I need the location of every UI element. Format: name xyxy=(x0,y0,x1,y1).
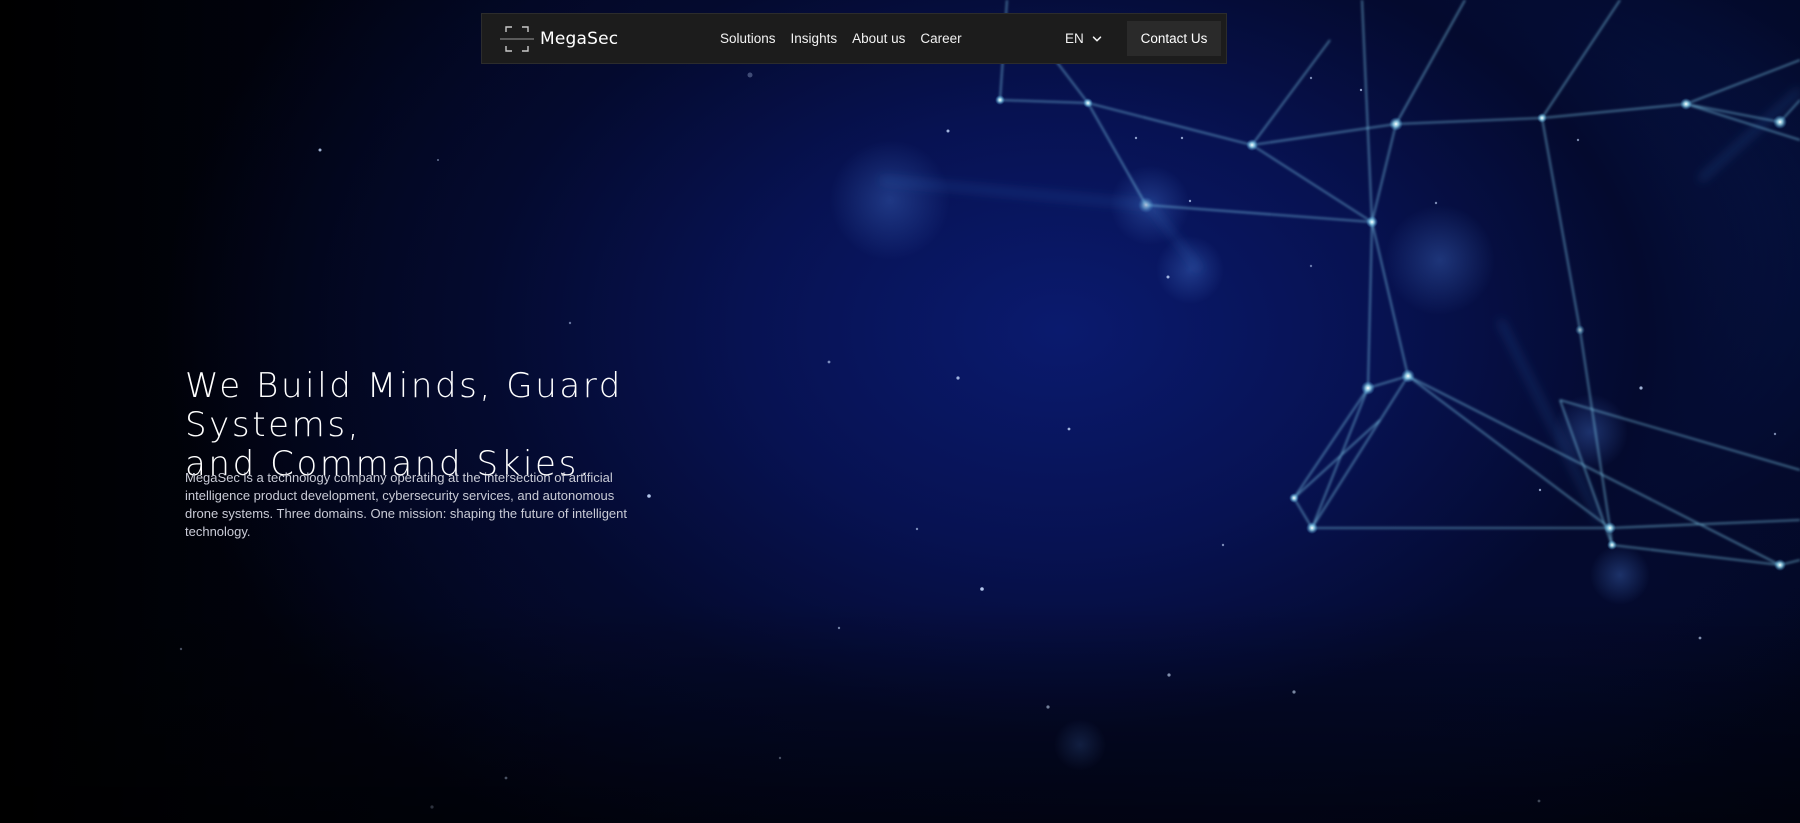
network-nodes xyxy=(995,95,1787,571)
contact-us-button[interactable]: Contact Us xyxy=(1127,21,1221,56)
hero-section: MegaSec Solutions Insights About us Care… xyxy=(0,0,1800,823)
hero-headline-line-1: We Build Minds, Guard Systems, xyxy=(185,366,623,445)
bokeh-layer xyxy=(830,140,1650,771)
brand-logo[interactable]: MegaSec xyxy=(500,25,618,53)
language-label: EN xyxy=(1065,31,1084,46)
top-navbar: MegaSec Solutions Insights About us Care… xyxy=(481,13,1227,64)
nav-link-career[interactable]: Career xyxy=(920,31,961,46)
hero-headline: We Build Minds, Guard Systems, and Comma… xyxy=(185,367,805,484)
nav-link-solutions[interactable]: Solutions xyxy=(720,31,776,46)
nav-link-insights[interactable]: Insights xyxy=(791,31,838,46)
hero-description: MegaSec is a technology company operatin… xyxy=(185,470,627,539)
chevron-down-icon xyxy=(1092,35,1102,41)
nav-links: Solutions Insights About us Career xyxy=(720,14,977,63)
brand-name: MegaSec xyxy=(540,29,619,49)
corner-brackets-icon xyxy=(500,26,534,52)
nav-link-about-us[interactable]: About us xyxy=(852,31,905,46)
language-selector[interactable]: EN xyxy=(1065,14,1102,63)
